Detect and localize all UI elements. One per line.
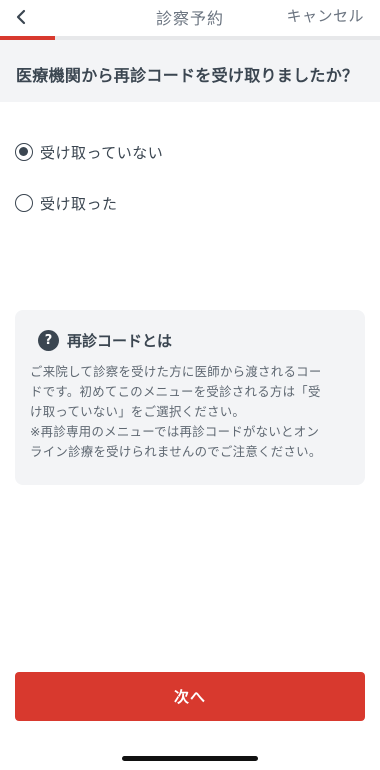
radio-button[interactable]: [15, 194, 33, 212]
cancel-button[interactable]: キャンセル: [286, 5, 364, 26]
info-card: ? 再診コードとは ご来院して診察を受けた方に医師から渡されるコー ドです。初め…: [15, 310, 365, 485]
option-label: 受け取っていない: [40, 143, 164, 162]
header: 診察予約 キャンセル: [0, 0, 380, 36]
radio-option-not-received[interactable]: 受け取っていない: [15, 139, 163, 165]
radio-option-received[interactable]: 受け取った: [15, 190, 118, 216]
info-line: ライン診療を受けられませんのでご注意ください。: [30, 444, 322, 459]
info-title: 再診コードとは: [67, 332, 173, 350]
question-text: 医療機関から再診コードを受け取りましたか？: [16, 66, 359, 85]
info-line: ご来院して診察を受けた方に医師から渡されるコー: [30, 364, 322, 379]
question-section: 医療機関から再診コードを受け取りましたか？: [0, 40, 380, 102]
question-circle-icon: ?: [38, 330, 59, 351]
next-button[interactable]: 次へ: [15, 672, 365, 721]
option-label: 受け取った: [40, 194, 118, 213]
info-line: ※再診専用のメニューでは再診コードがないとオン: [30, 424, 320, 439]
info-description: ご来院して診察を受けた方に医師から渡されるコー ドです。初めてこのメニューを受診…: [30, 362, 356, 462]
info-header: ? 再診コードとは: [38, 330, 172, 351]
info-line: ドです。初めてこのメニューを受診される方は「受: [30, 384, 321, 399]
info-line: け取っていない」をご選択ください。: [30, 404, 246, 419]
radio-button[interactable]: [15, 143, 33, 161]
home-indicator: [122, 756, 258, 761]
